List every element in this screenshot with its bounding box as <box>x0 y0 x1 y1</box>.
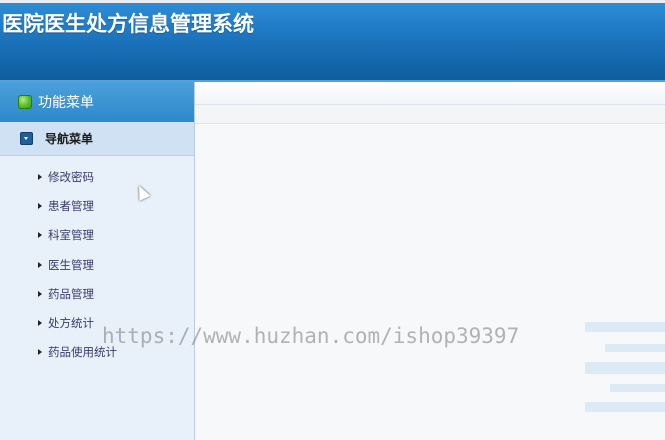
menu-item-label: 药品使用统计 <box>48 345 117 360</box>
menu-item-prescription-stats[interactable]: 处方统计 <box>0 308 194 337</box>
menu-item-label: 修改密码 <box>48 169 94 184</box>
triangle-right-icon <box>38 290 42 297</box>
nav-menu-list: 修改密码 患者管理 科室管理 医生管理 药品管理 处方统计 药品使用统计 <box>0 156 194 367</box>
triangle-right-icon <box>38 320 42 327</box>
triangle-right-icon <box>38 349 42 356</box>
triangle-right-icon <box>38 173 42 180</box>
menu-item-label: 医生管理 <box>48 257 94 272</box>
sidebar: 功能菜单 导航菜单 修改密码 患者管理 科室管理 医生管理 药品管理 处方统计 … <box>0 82 195 440</box>
triangle-right-icon <box>38 232 42 239</box>
header-banner: 医院医生处方信息管理系统 <box>0 0 665 82</box>
menu-item-label: 处方统计 <box>48 316 94 331</box>
triangle-right-icon <box>38 261 42 268</box>
menu-item-label: 科室管理 <box>48 228 94 243</box>
header-top-strip <box>0 0 665 3</box>
menu-item-patient-management[interactable]: 患者管理 <box>0 191 194 220</box>
triangle-right-icon <box>38 202 42 209</box>
function-menu-header[interactable]: 功能菜单 <box>0 82 194 122</box>
menu-item-department-management[interactable]: 科室管理 <box>0 221 194 250</box>
nav-menu-header[interactable]: 导航菜单 <box>0 122 194 156</box>
menu-item-change-password[interactable]: 修改密码 <box>0 162 194 191</box>
main-content <box>195 82 665 440</box>
app-title: 医院医生处方信息管理系统 <box>2 12 254 36</box>
menu-item-drug-usage-stats[interactable]: 药品使用统计 <box>0 338 194 367</box>
collapse-icon[interactable] <box>20 132 33 145</box>
decorative-background <box>585 322 665 440</box>
menu-item-label: 患者管理 <box>48 198 94 213</box>
content-tab-strip <box>195 105 665 124</box>
app-window: 医院医生处方信息管理系统 功能菜单 导航菜单 修改密码 患者管理 科室管理 医生… <box>0 0 665 440</box>
menu-item-doctor-management[interactable]: 医生管理 <box>0 250 194 279</box>
function-menu-title: 功能菜单 <box>38 95 94 111</box>
cube-icon <box>18 95 32 109</box>
menu-item-drug-management[interactable]: 药品管理 <box>0 279 194 308</box>
content-tab-bar <box>195 82 665 105</box>
menu-item-label: 药品管理 <box>48 286 94 301</box>
nav-menu-title: 导航菜单 <box>45 132 94 146</box>
